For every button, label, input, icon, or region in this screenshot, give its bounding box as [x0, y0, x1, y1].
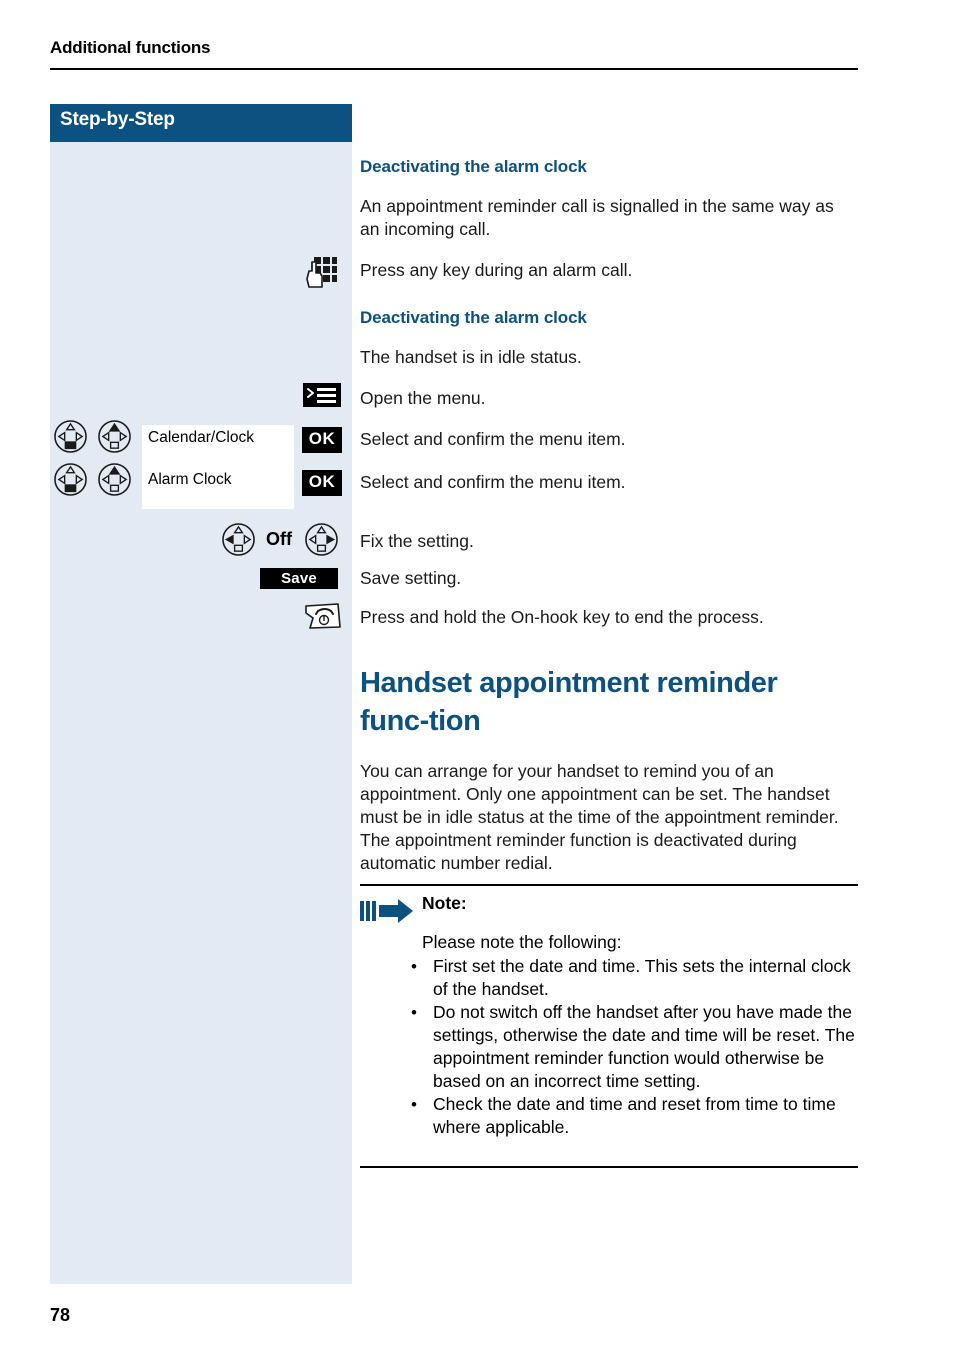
ok-key-row1[interactable]: OK — [302, 427, 342, 453]
step-text-select-confirm-2: Select and confirm the menu item. — [360, 472, 626, 492]
step-text-end-process: Press and hold the On-hook key to end th… — [360, 607, 764, 627]
list-item: • Check the date and time and reset from… — [411, 1093, 858, 1139]
note-divider-bottom — [360, 1166, 858, 1168]
off-label: Off — [266, 529, 292, 549]
bullet-marker: • — [411, 957, 417, 976]
step-text-select-confirm-1: Select and confirm the menu item. — [360, 429, 626, 449]
ok-key-label: OK — [308, 429, 336, 448]
step-by-step-label: Step-by-Step — [60, 109, 175, 130]
list-item-text: First set the date and time. This sets t… — [433, 956, 851, 999]
page-number: 78 — [50, 1305, 71, 1325]
step-text-fix-setting: Fix the setting. — [360, 531, 474, 551]
nav-key-left-icon — [222, 523, 255, 556]
list-item: • Do not switch off the handset after yo… — [411, 1001, 858, 1093]
section-heading-2: Deactivating the alarm clock — [360, 308, 587, 327]
list-item-text: Check the date and time and reset from t… — [433, 1094, 836, 1137]
nav-key-down-icon-row1 — [54, 420, 87, 453]
list-item-text: Do not switch off the handset after you … — [433, 1002, 855, 1091]
bullet-marker: • — [411, 1003, 417, 1022]
nav-key-up-icon-row2 — [98, 463, 131, 496]
display-box-label: Calendar/Clock — [148, 429, 254, 446]
header-divider — [50, 68, 858, 70]
keypad-press-icon — [303, 256, 339, 290]
section-heading-1: Deactivating the alarm clock — [360, 157, 587, 176]
main-paragraph: You can arrange for your handset to remi… — [360, 761, 839, 873]
nav-key-up-icon-row1 — [98, 420, 131, 453]
note-bullet-list: • First set the date and time. This sets… — [411, 955, 858, 1139]
note-arrow-icon — [360, 898, 414, 924]
on-hook-key-icon — [303, 601, 343, 631]
display-box-calendar-clock: Calendar/Clock — [142, 425, 294, 467]
nav-key-right-icon — [305, 523, 338, 556]
menu-key-icon — [303, 383, 341, 407]
note-divider-top — [360, 884, 858, 886]
display-box-alarm-clock: Alarm Clock — [142, 467, 294, 509]
running-head: Additional functions — [50, 38, 211, 57]
note-intro-text: Please note the following: — [422, 932, 622, 952]
page-title: Handset appointment reminder func-­tion — [360, 667, 778, 737]
nav-key-down-icon-row2 — [54, 463, 87, 496]
step-text-open-menu: Open the menu. — [360, 388, 486, 408]
step-text-save-setting: Save setting. — [360, 568, 462, 588]
save-softkey[interactable]: Save — [260, 568, 338, 589]
note-label: Note: — [422, 893, 467, 913]
list-item: • First set the date and time. This sets… — [411, 955, 858, 1001]
ok-key-label: OK — [308, 472, 336, 491]
ok-key-row2[interactable]: OK — [302, 470, 342, 496]
step-text-idle-status: The handset is in idle status. — [360, 347, 582, 367]
display-box-label: Alarm Clock — [148, 471, 232, 488]
bullet-marker: • — [411, 1095, 417, 1114]
section-paragraph-1: An appointment reminder call is signalle… — [360, 196, 834, 239]
step-text-press-any-key: Press any key during an alarm call. — [360, 260, 633, 280]
